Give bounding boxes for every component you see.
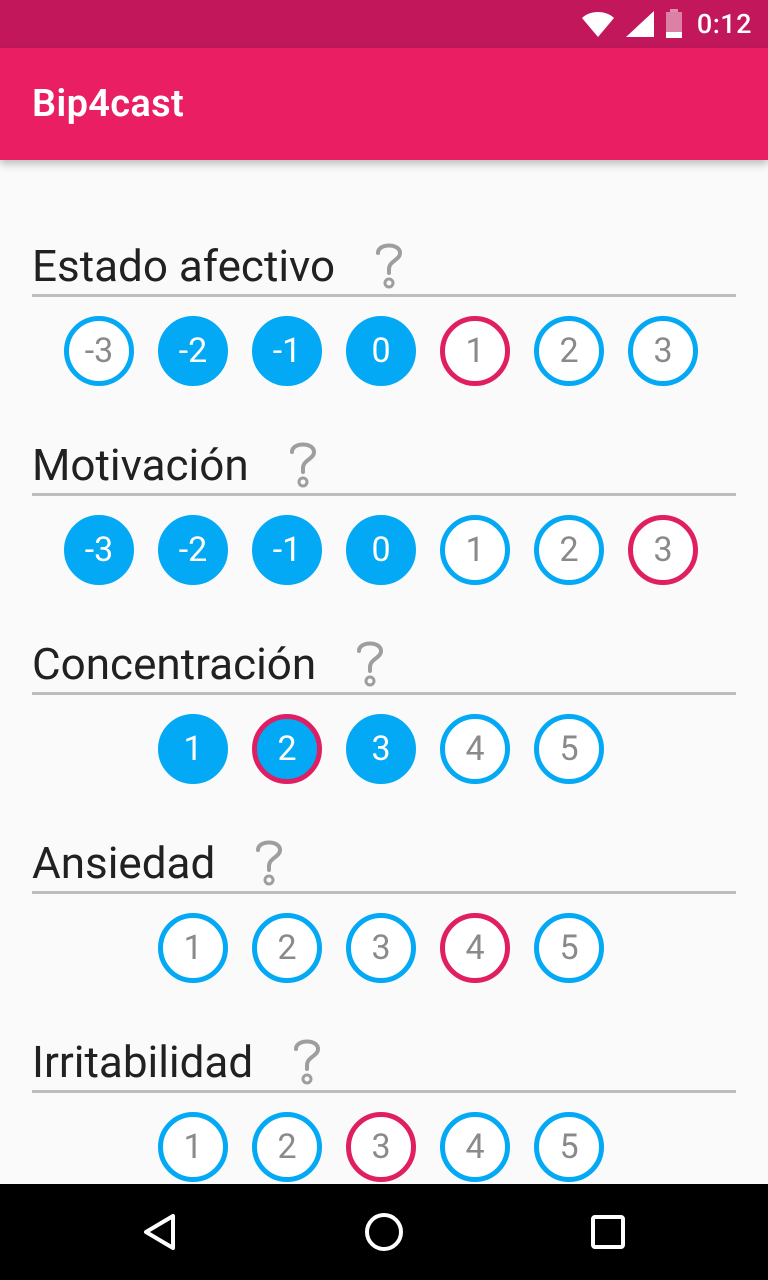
section-title: Motivación xyxy=(32,439,249,491)
section-title: Concentración xyxy=(32,638,317,690)
rating-option[interactable]: 0 xyxy=(346,316,416,386)
rating-option[interactable]: -3 xyxy=(64,515,134,585)
rating-option[interactable]: 1 xyxy=(158,714,228,784)
rating-options: 1 2 3 4 5 xyxy=(0,913,768,993)
rating-option[interactable]: 2 xyxy=(252,1112,322,1182)
status-icons: 0:12 xyxy=(581,0,752,48)
section-title: Ansiedad xyxy=(32,837,216,889)
section-header: Ansiedad xyxy=(32,833,736,894)
app-bar: Bip4cast xyxy=(0,48,768,160)
battery-icon xyxy=(665,9,682,38)
rating-options: 1 2 3 4 5 xyxy=(0,1112,768,1184)
question-mark-icon[interactable] xyxy=(350,636,390,688)
rating-option[interactable]: 2 xyxy=(534,515,604,585)
rating-option[interactable]: 4 xyxy=(440,913,510,983)
rating-form[interactable]: Estado afectivo -3 -2 -1 0 1 2 3 Motivac… xyxy=(0,160,768,1184)
rating-option[interactable]: 0 xyxy=(346,515,416,585)
section-header: Irritabilidad xyxy=(32,1032,736,1093)
navigation-bar xyxy=(0,1184,768,1280)
rating-options: -3 -2 -1 0 1 2 3 xyxy=(0,515,768,595)
rating-option[interactable]: -2 xyxy=(158,316,228,386)
rating-option[interactable]: 2 xyxy=(252,913,322,983)
section-title: Irritabilidad xyxy=(32,1036,254,1088)
question-mark-icon[interactable] xyxy=(369,238,409,290)
rating-option[interactable]: 4 xyxy=(440,1112,510,1182)
rating-option[interactable]: 3 xyxy=(346,714,416,784)
section-header: Concentración xyxy=(32,634,736,695)
home-button[interactable] xyxy=(360,1208,408,1256)
section-header: Estado afectivo xyxy=(32,236,736,297)
question-mark-icon[interactable] xyxy=(249,835,289,887)
back-icon xyxy=(144,1214,175,1250)
rating-option[interactable]: 3 xyxy=(346,913,416,983)
rating-option[interactable]: 1 xyxy=(158,913,228,983)
question-mark-icon[interactable] xyxy=(287,1034,327,1086)
rating-option[interactable]: 4 xyxy=(440,714,510,784)
status-bar: 0:12 xyxy=(0,0,768,48)
recents-button[interactable] xyxy=(584,1208,632,1256)
rating-option[interactable]: -2 xyxy=(158,515,228,585)
rating-option[interactable]: 3 xyxy=(628,316,698,386)
status-time: 0:12 xyxy=(696,8,752,40)
rating-option[interactable]: -3 xyxy=(64,316,134,386)
rating-option[interactable]: 1 xyxy=(440,316,510,386)
rating-option[interactable]: 5 xyxy=(534,913,604,983)
wifi-icon xyxy=(581,12,614,37)
back-button[interactable] xyxy=(136,1208,184,1256)
rating-option[interactable]: 2 xyxy=(534,316,604,386)
rating-option[interactable]: 5 xyxy=(534,1112,604,1182)
rating-option[interactable]: 3 xyxy=(628,515,698,585)
rating-option[interactable]: -1 xyxy=(252,515,322,585)
home-icon xyxy=(365,1213,403,1251)
rating-option[interactable]: 1 xyxy=(440,515,510,585)
rating-option[interactable]: 1 xyxy=(158,1112,228,1182)
rating-option[interactable]: 5 xyxy=(534,714,604,784)
section-header: Motivación xyxy=(32,435,736,496)
question-mark-icon[interactable] xyxy=(283,437,323,489)
rating-options: 1 2 3 4 5 xyxy=(0,714,768,794)
cell-signal-icon xyxy=(625,11,654,37)
app-title: Bip4cast xyxy=(32,82,185,126)
rating-option[interactable]: 3 xyxy=(346,1112,416,1182)
recents-icon xyxy=(591,1215,625,1249)
rating-option[interactable]: 2 xyxy=(252,714,322,784)
rating-option[interactable]: -1 xyxy=(252,316,322,386)
rating-options: -3 -2 -1 0 1 2 3 xyxy=(0,316,768,396)
section-title: Estado afectivo xyxy=(32,240,336,292)
